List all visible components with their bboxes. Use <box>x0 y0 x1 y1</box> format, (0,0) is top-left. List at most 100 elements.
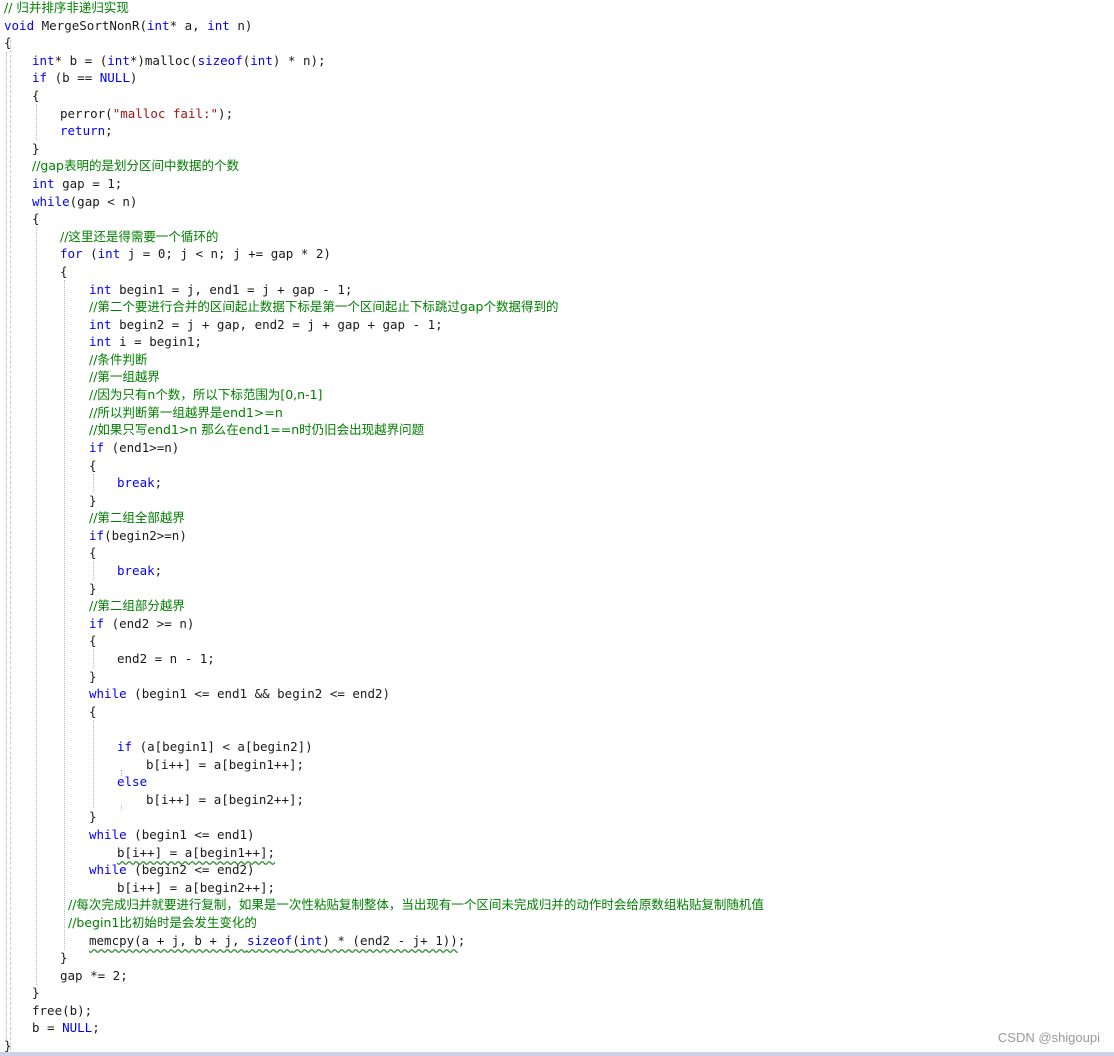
code-token: ; <box>92 1020 100 1035</box>
code-token: ( <box>82 246 98 261</box>
code-line: //这里还是得需要一个循环的 <box>60 228 218 245</box>
code-token: { <box>60 264 68 279</box>
watermark-text: CSDN @shigoupi <box>997 1030 1100 1045</box>
code-token: memcpy(a + j, b + j, <box>89 933 248 948</box>
code-comment: //条件判断 <box>89 352 148 367</box>
code-line: while (begin2 <= end2) <box>89 861 255 878</box>
code-line: for (int j = 0; j < n; j += gap * 2) <box>60 245 331 262</box>
code-line: //因为只有n个数，所以下标范围为[0,n-1] <box>89 386 322 403</box>
code-keyword: while <box>89 686 127 701</box>
code-token: begin2 = j + gap, end2 = j + gap + gap -… <box>111 317 443 332</box>
code-line: int i = begin1; <box>89 333 202 350</box>
indent-guide <box>93 649 94 668</box>
code-comment: //第二个要进行合并的区间起止数据下标是第一个区间起止下标跳过gap个数据得到的 <box>89 299 559 314</box>
code-line: } <box>32 140 40 157</box>
code-token: } <box>60 950 68 965</box>
code-line: while(gap < n) <box>32 193 137 210</box>
code-line: int begin2 = j + gap, end2 = j + gap + g… <box>89 316 443 333</box>
code-line: free(b); <box>32 1002 92 1019</box>
code-token: MergeSortNonR( <box>34 18 147 33</box>
code-token: free <box>32 1003 63 1018</box>
code-keyword: if <box>32 70 48 85</box>
code-line: { <box>32 87 40 104</box>
indent-guide <box>93 720 94 808</box>
code-line: while (begin1 <= end1) <box>89 826 255 843</box>
code-comment: // 归并排序非递归实现 <box>4 0 129 15</box>
code-token: { <box>32 88 40 103</box>
code-token: } <box>89 581 97 596</box>
code-line: if (end2 >= n) <box>89 615 194 632</box>
code-line: int gap = 1; <box>32 175 122 192</box>
code-line: { <box>89 457 97 474</box>
code-line: b[i++] = a[begin1++]; <box>117 844 275 861</box>
code-comment: //gap表明的是划分区间中数据的个数 <box>32 158 239 173</box>
code-token: ( <box>292 933 300 948</box>
indent-guide <box>64 280 65 950</box>
code-token: (begin2 <= end2) <box>126 862 255 877</box>
code-line: //所以判断第一组越界是end1>=n <box>89 404 283 421</box>
code-token: n) <box>229 18 253 33</box>
code-line: if (a[begin1] < a[begin2]) <box>117 738 313 755</box>
gutter-line <box>10 40 11 1050</box>
code-token: *)malloc( <box>129 53 198 68</box>
code-comment: //第二组全部越界 <box>89 510 185 525</box>
code-token: (begin2>=n) <box>104 528 187 543</box>
code-token: } <box>32 141 40 156</box>
code-keyword: void <box>4 18 35 33</box>
code-line: end2 = n - 1; <box>117 650 215 667</box>
code-token: b[i++] = a[begin1++]; <box>117 845 276 860</box>
code-token: { <box>89 545 97 560</box>
code-keyword: NULL <box>62 1020 93 1035</box>
code-keyword: int <box>32 53 55 68</box>
code-token: (b == <box>47 70 100 85</box>
code-token: ) * n); <box>272 53 326 68</box>
code-line: } <box>32 984 40 1001</box>
code-line: //每次完成归并就要进行复制，如果是一次性粘贴复制整体，当出现有一个区间未完成归… <box>68 896 764 913</box>
code-line: } <box>89 580 97 597</box>
code-token: begin1 = j, end1 = j + gap - 1; <box>111 282 353 297</box>
code-token: gap *= 2; <box>60 968 128 983</box>
code-keyword: sizeof <box>197 53 243 68</box>
code-token: } <box>89 493 97 508</box>
code-keyword: int <box>89 334 112 349</box>
code-token: { <box>89 704 97 719</box>
code-line: void MergeSortNonR(int* a, int n) <box>4 17 252 34</box>
code-comment: //因为只有n个数，所以下标范围为[0,n-1] <box>89 387 323 402</box>
code-keyword: int <box>207 18 230 33</box>
code-token: ) <box>129 70 138 85</box>
code-line: //begin1比初始时是会发生变化的 <box>68 914 257 931</box>
code-line: if (b == NULL) <box>32 69 137 86</box>
code-keyword: int <box>250 53 273 68</box>
code-line: b = NULL; <box>32 1019 100 1036</box>
code-keyword: int <box>32 176 55 191</box>
code-line: { <box>32 210 40 227</box>
code-line: //第一组越界 <box>89 368 160 385</box>
code-keyword: int <box>147 18 170 33</box>
code-token: (begin1 <= end1 && begin2 <= end2) <box>126 686 391 701</box>
code-token: perror( <box>60 106 113 121</box>
code-token: i = begin1; <box>111 334 202 349</box>
code-token: end2 = n - 1; <box>117 651 215 666</box>
code-keyword: if <box>89 440 105 455</box>
code-keyword: while <box>89 862 127 877</box>
code-line: while (begin1 <= end1 && begin2 <= end2) <box>89 685 390 702</box>
code-token: (end2 >= n) <box>104 616 195 631</box>
code-token: ; <box>154 475 163 490</box>
code-keyword: if <box>89 528 105 543</box>
code-token: { <box>4 35 12 50</box>
code-editor[interactable]: // 归并排序非递归实现 void MergeSortNonR(int* a, i… <box>0 0 1114 1053</box>
code-keyword: int <box>299 933 323 948</box>
code-line: //gap表明的是划分区间中数据的个数 <box>32 157 239 174</box>
code-keyword: else <box>117 774 148 789</box>
code-line: else <box>117 773 147 790</box>
code-comment: //如果只写end1>n 那么在end1==n时仍旧会出现越界问题 <box>89 422 425 437</box>
code-token: b[i++] = a[begin2++]; <box>117 880 276 895</box>
indent-guide <box>36 228 37 985</box>
code-token: gap = 1; <box>54 176 123 191</box>
indent-guide <box>121 805 122 810</box>
code-line: } <box>89 492 97 509</box>
code-comment: //所以判断第一组越界是end1>=n <box>89 405 283 420</box>
code-line: //第二组全部越界 <box>89 509 185 526</box>
code-token: (gap < n) <box>69 194 138 209</box>
code-token: (begin1 <= end1) <box>126 827 255 842</box>
